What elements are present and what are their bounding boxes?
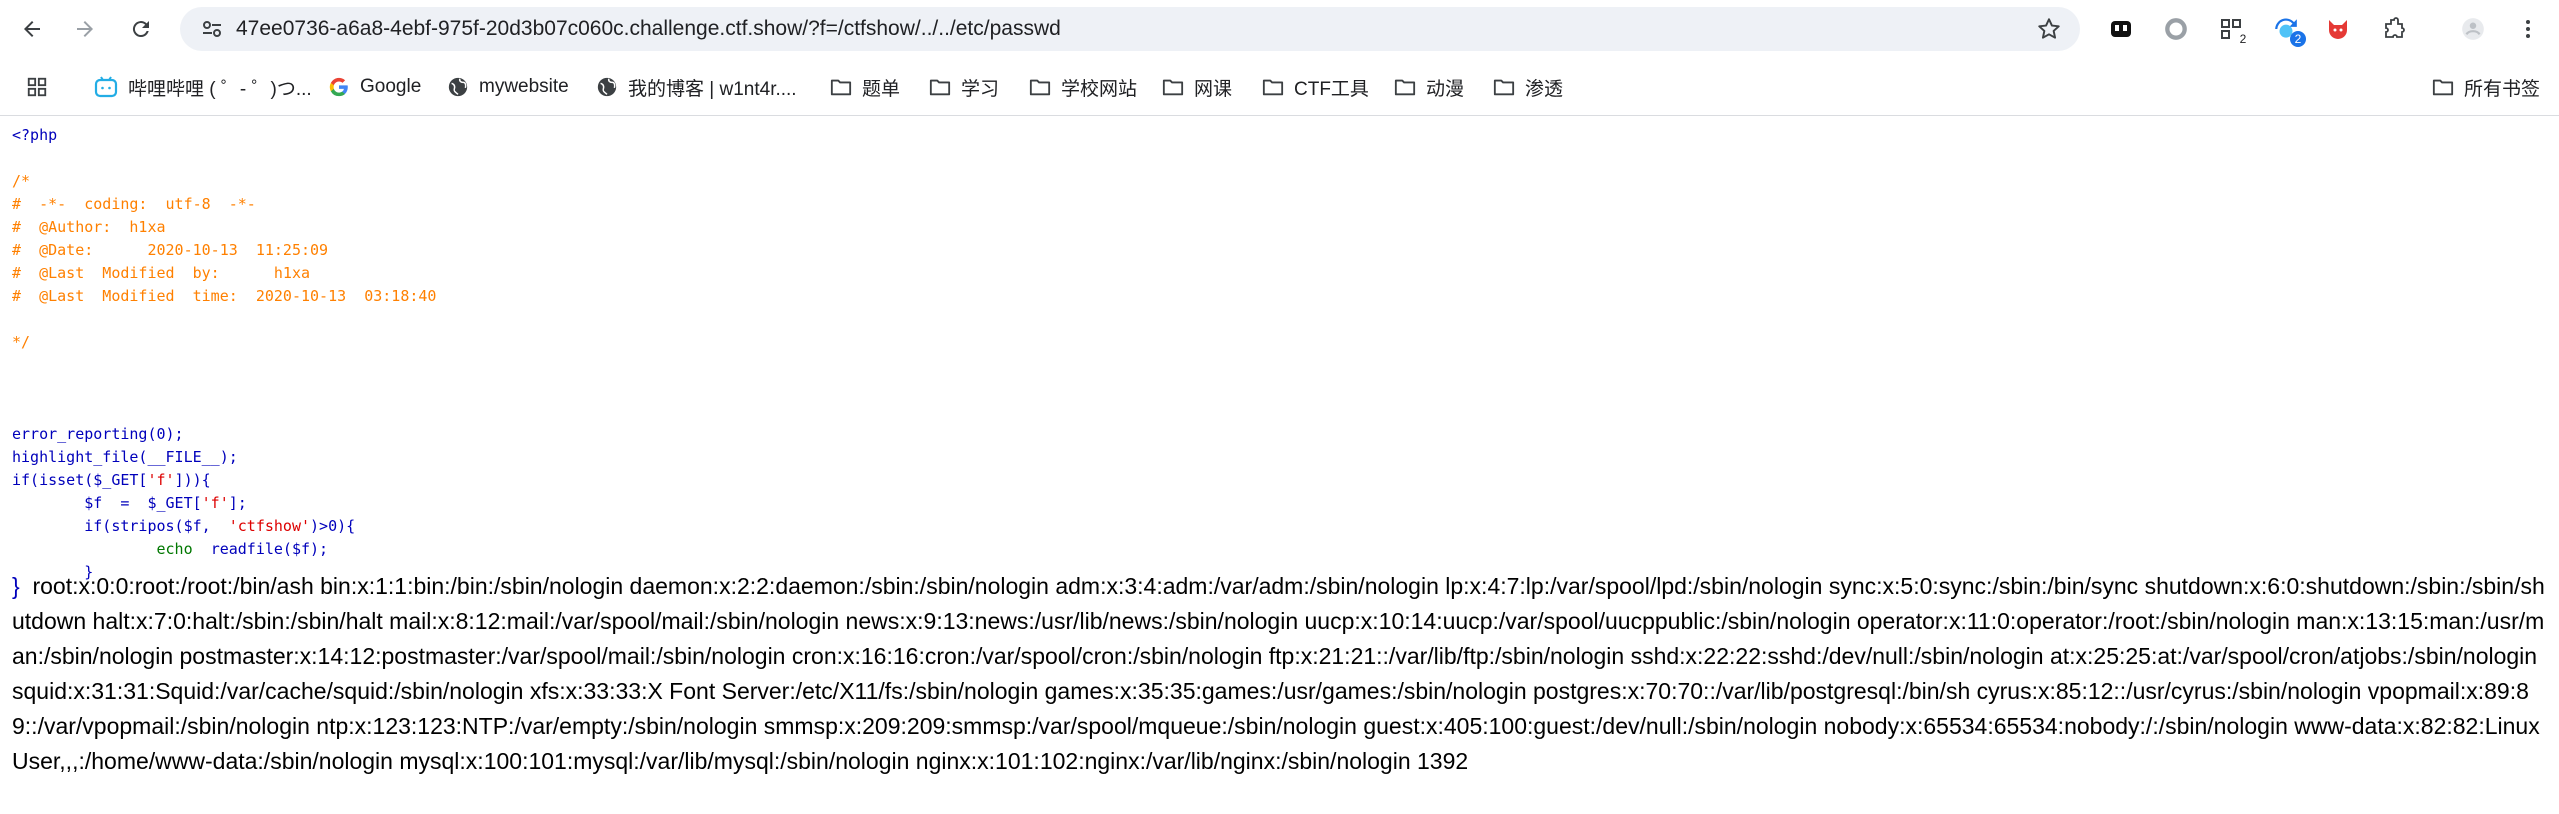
code-keyword: echo: [156, 540, 211, 558]
arrow-right-icon: [77, 21, 93, 37]
apps-grid-button[interactable]: [26, 72, 58, 102]
bookmark-label: 学习: [961, 78, 1000, 100]
comment-line: # @Date: 2020-10-13 11:25:09: [12, 241, 329, 259]
code-token: )>0){: [310, 517, 356, 535]
site-settings-icon[interactable]: [200, 17, 224, 41]
apps-grid-icon: [27, 77, 47, 97]
folder-icon: [1162, 79, 1184, 96]
back-button[interactable]: [17, 14, 47, 44]
bookmark-folder[interactable]: 动漫: [1394, 72, 1464, 102]
code-line: error_reporting(0);: [12, 425, 184, 443]
bookmark-label: 网课: [1194, 78, 1233, 100]
folder-icon: [1493, 79, 1515, 96]
highlighted-source: <?php /* # -*- coding: utf-8 -*- # @Auth…: [12, 124, 2552, 584]
folder-icon: [929, 79, 951, 96]
bookmark-label: Google: [360, 76, 422, 97]
comment-line: # @Last Modified time: 2020-10-13 03:18:…: [12, 287, 437, 305]
code-string: 'f': [201, 494, 229, 512]
code-line: highlight_file(__FILE__);: [12, 448, 238, 466]
comment-close: */: [12, 333, 31, 351]
bookmark-folder[interactable]: 学校网站: [1029, 72, 1137, 102]
bookmark-google[interactable]: Google: [328, 72, 421, 102]
code-line: echo readfile($f);: [12, 538, 2552, 561]
folder-icon: [1262, 79, 1284, 96]
arrow-left-icon: [24, 21, 40, 37]
extension-badge: 2: [2235, 31, 2251, 47]
comment-line: # @Author: h1xa: [12, 218, 166, 236]
php-open-tag: <?php: [12, 126, 58, 144]
extension-badge: 2: [2290, 31, 2306, 47]
code-token: ])){: [174, 471, 211, 489]
bookmark-label: CTF工具: [1294, 78, 1369, 100]
bookmark-folder[interactable]: 网课: [1162, 72, 1232, 102]
extension-blue-icon[interactable]: 2: [2270, 13, 2306, 47]
folder-icon: [2432, 79, 2454, 96]
comment-line: # @Last Modified by: h1xa: [12, 264, 311, 282]
extension-circle-icon[interactable]: [2160, 13, 2192, 45]
reload-icon: [132, 21, 149, 38]
code-token: $f = $_GET[: [84, 494, 202, 512]
bookmark-bilibili[interactable]: 哔哩哔哩 ( ゜- ゜)つ...: [94, 72, 312, 102]
code-string: 'f': [147, 471, 175, 489]
bookmark-label: 我的博客 | w1nt4r....: [628, 78, 797, 100]
code-line: if(stripos($f, 'ctfshow')>0){: [12, 515, 2552, 538]
code-string: 'ctfshow': [228, 517, 311, 535]
code-line: if(isset($_GET['f'])){: [12, 469, 2552, 492]
code-token: readfile($f);: [210, 540, 329, 558]
all-bookmarks-button[interactable]: 所有书签: [2432, 72, 2540, 102]
bookmark-mywebsite[interactable]: mywebsite: [447, 72, 569, 102]
bookmark-folder[interactable]: 渗透: [1493, 72, 1563, 102]
comment-line: # -*- coding: utf-8 -*-: [12, 195, 256, 213]
code-token: ];: [228, 494, 247, 512]
bookmark-label: 题单: [862, 78, 901, 100]
code-brace: }: [12, 573, 20, 599]
code-line: $f = $_GET['f'];: [12, 492, 2552, 515]
bookmarks-bar: 哔哩哔哩 ( ゜- ゜)つ... Google mywebsite 我的博客 |…: [0, 58, 2559, 116]
bookmark-label: 动漫: [1426, 78, 1465, 100]
bookmark-label: 学校网站: [1061, 78, 1138, 100]
bookmark-label: 哔哩哔哩 ( ゜- ゜)つ...: [128, 78, 312, 100]
reload-button[interactable]: [126, 14, 156, 44]
bookmark-label: 渗透: [1525, 78, 1564, 100]
globe-icon: [597, 77, 617, 97]
bilibili-icon: [94, 76, 118, 98]
profile-avatar-icon[interactable]: [2457, 13, 2489, 45]
folder-icon: [1029, 79, 1051, 96]
all-bookmarks-label: 所有书签: [2464, 78, 2541, 100]
google-icon: [329, 77, 348, 97]
bookmark-folder[interactable]: 学习: [929, 72, 999, 102]
bookmark-label: mywebsite: [479, 76, 569, 97]
extensions-puzzle-icon[interactable]: [2378, 13, 2410, 45]
folder-icon: [830, 79, 852, 96]
bookmark-folder[interactable]: CTF工具: [1262, 72, 1369, 102]
extension-fox-icon[interactable]: [2322, 13, 2354, 45]
output-text: root:x:0:0:root:/root:/bin/ash bin:x:1:1…: [12, 573, 2545, 774]
extension-dark-icon[interactable]: [2105, 13, 2137, 45]
comment-open: /*: [12, 172, 31, 190]
bookmark-star-icon[interactable]: [2036, 16, 2062, 42]
passwd-output: } root:x:0:0:root:/root:/bin/ash bin:x:1…: [12, 569, 2554, 779]
bookmark-folder[interactable]: 题单: [830, 72, 900, 102]
extension-qr-icon[interactable]: 2: [2215, 13, 2251, 47]
address-bar[interactable]: 47ee0736-a6a8-4ebf-975f-20d3b07c060c.cha…: [180, 7, 2080, 51]
code-token: if(isset($_GET[: [12, 471, 148, 489]
browser-toolbar: 47ee0736-a6a8-4ebf-975f-20d3b07c060c.cha…: [0, 0, 2559, 58]
code-token: if(stripos($f,: [84, 517, 229, 535]
folder-icon: [1394, 79, 1416, 96]
bookmark-blog[interactable]: 我的博客 | w1nt4r....: [596, 72, 797, 102]
globe-icon: [448, 77, 468, 97]
url-text[interactable]: 47ee0736-a6a8-4ebf-975f-20d3b07c060c.cha…: [236, 17, 1061, 41]
menu-kebab-icon[interactable]: [2512, 13, 2544, 45]
forward-button[interactable]: [70, 14, 100, 44]
